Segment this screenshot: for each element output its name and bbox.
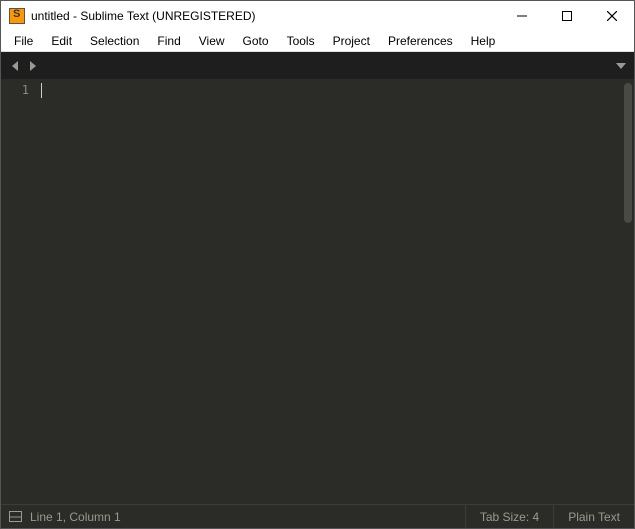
maximize-button[interactable] xyxy=(544,1,589,31)
window-controls xyxy=(499,1,634,31)
code-editor[interactable] xyxy=(37,79,634,504)
window-title: untitled - Sublime Text (UNREGISTERED) xyxy=(31,9,256,23)
nav-back-icon[interactable] xyxy=(11,61,21,71)
tab-menu-icon[interactable] xyxy=(616,61,626,71)
app-window: untitled - Sublime Text (UNREGISTERED) F… xyxy=(0,0,635,529)
menu-selection[interactable]: Selection xyxy=(81,32,148,50)
status-syntax[interactable]: Plain Text xyxy=(553,505,634,528)
nav-forward-icon[interactable] xyxy=(27,61,37,71)
status-tab-size[interactable]: Tab Size: 4 xyxy=(465,505,553,528)
menu-help[interactable]: Help xyxy=(462,32,505,50)
menu-tools[interactable]: Tools xyxy=(278,32,324,50)
line-gutter: 1 xyxy=(1,79,37,504)
panel-switcher-icon[interactable] xyxy=(9,511,22,522)
menu-preferences[interactable]: Preferences xyxy=(379,32,462,50)
tab-strip xyxy=(1,52,634,79)
text-cursor xyxy=(41,83,42,98)
menu-edit[interactable]: Edit xyxy=(42,32,81,50)
menu-view[interactable]: View xyxy=(190,32,234,50)
editor-area: 1 xyxy=(1,79,634,504)
menu-project[interactable]: Project xyxy=(324,32,379,50)
menubar: File Edit Selection Find View Goto Tools… xyxy=(1,31,634,52)
app-icon xyxy=(9,8,25,24)
status-position[interactable]: Line 1, Column 1 xyxy=(30,510,121,524)
scrollbar-thumb[interactable] xyxy=(624,83,632,223)
statusbar: Line 1, Column 1 Tab Size: 4 Plain Text xyxy=(1,504,634,528)
menu-find[interactable]: Find xyxy=(148,32,189,50)
minimize-button[interactable] xyxy=(499,1,544,31)
vertical-scrollbar[interactable] xyxy=(622,79,634,504)
menu-goto[interactable]: Goto xyxy=(234,32,278,50)
menu-file[interactable]: File xyxy=(5,32,42,50)
titlebar[interactable]: untitled - Sublime Text (UNREGISTERED) xyxy=(1,1,634,31)
close-button[interactable] xyxy=(589,1,634,31)
line-number: 1 xyxy=(1,82,29,98)
